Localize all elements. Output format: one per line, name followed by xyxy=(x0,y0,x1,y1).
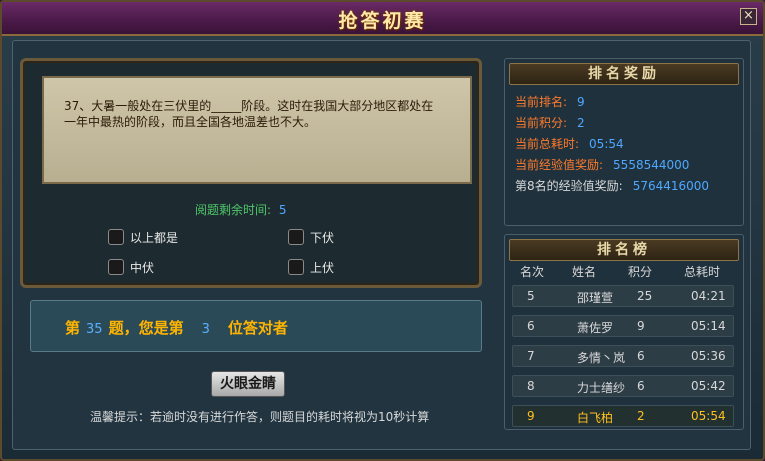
next-rank-exp-label: 第8名的经验值奖励: xyxy=(515,179,623,193)
option-c-label: 中伏 xyxy=(130,260,155,275)
header-name: 姓名 xyxy=(572,265,597,279)
option-a[interactable]: 以上都是 xyxy=(108,228,178,246)
current-rank-label: 当前排名: xyxy=(515,95,568,109)
option-c[interactable]: 中伏 xyxy=(108,258,154,276)
title-bar[interactable]: 抢答初赛 × xyxy=(2,2,763,36)
close-button[interactable]: × xyxy=(740,8,757,25)
row-rank: 9 xyxy=(527,409,535,423)
option-b[interactable]: 下伏 xyxy=(288,228,334,246)
result-question-number: 35 xyxy=(86,322,103,337)
current-exp-label: 当前经验值奖励: xyxy=(515,158,604,172)
row-score: 25 xyxy=(637,289,653,303)
current-rank-value: 9 xyxy=(577,95,585,109)
row-score: 9 xyxy=(637,319,645,333)
timer-value: 5 xyxy=(278,203,287,217)
header-rank: 名次 xyxy=(520,265,545,279)
timer-label: 阅题剩余时间: xyxy=(195,203,272,217)
next-rank-exp-value: 5764416000 xyxy=(632,179,710,193)
answer-result-box: 第 35 题，您是第 3 位答对者 xyxy=(30,300,482,352)
next-rank-exp-line: 第8名的经验值奖励: 5764416000 xyxy=(515,177,709,194)
ranking-row: 6 萧佐罗 9 05:14 xyxy=(512,315,734,337)
option-a-checkbox[interactable] xyxy=(108,229,124,245)
reading-timer: 阅题剩余时间: 5 xyxy=(195,201,287,218)
row-name: 萧佐罗 xyxy=(577,321,614,335)
row-score: 6 xyxy=(637,349,645,363)
row-time: 05:54 xyxy=(691,409,726,423)
hint-button[interactable]: 火眼金睛 xyxy=(211,371,285,397)
row-name: 邵瑾萱 xyxy=(577,291,614,305)
header-time: 总耗时 xyxy=(684,265,721,279)
header-score: 积分 xyxy=(628,265,653,279)
row-rank: 5 xyxy=(527,289,535,303)
ranking-row-self: 9 白飞柏 2 05:54 xyxy=(512,405,734,427)
option-d-label: 上伏 xyxy=(310,260,335,275)
row-rank: 8 xyxy=(527,379,535,393)
row-time: 04:21 xyxy=(691,289,726,303)
current-time-line: 当前总耗时: 05:54 xyxy=(515,135,624,152)
result-rank: 3 xyxy=(201,322,210,337)
row-time: 05:36 xyxy=(691,349,726,363)
row-time: 05:42 xyxy=(691,379,726,393)
ranking-panel-title: 排名榜 xyxy=(509,239,739,261)
row-score: 2 xyxy=(637,409,645,423)
ranking-row: 7 多情丶岚 6 05:36 xyxy=(512,345,734,367)
row-name: 白飞柏 xyxy=(577,411,614,425)
reward-panel: 排名奖励 当前排名: 9 当前积分: 2 当前总耗时: 05:54 当前经验值奖励: 5… xyxy=(504,58,744,226)
current-score-line: 当前积分: 2 xyxy=(515,114,585,131)
result-mid: 题，您是第 xyxy=(108,319,184,337)
current-score-label: 当前积分: xyxy=(515,116,568,130)
reward-panel-title: 排名奖励 xyxy=(509,63,739,85)
row-name: 多情丶岚 xyxy=(577,351,626,365)
current-exp-line: 当前经验值奖励: 5558544000 xyxy=(515,156,689,173)
option-c-checkbox[interactable] xyxy=(108,259,124,275)
option-a-label: 以上都是 xyxy=(130,230,179,245)
row-rank: 6 xyxy=(527,319,535,333)
question-card: 37、大暑一般处在三伏里的_____阶段。这时在我国大部分地区都处在一年中最热的… xyxy=(42,76,472,184)
row-score: 6 xyxy=(637,379,645,393)
current-rank-line: 当前排名: 9 xyxy=(515,93,585,110)
row-rank: 7 xyxy=(527,349,535,363)
window-title: 抢答初赛 xyxy=(338,10,427,32)
option-d[interactable]: 上伏 xyxy=(288,258,334,276)
row-time: 05:14 xyxy=(691,319,726,333)
current-time-value: 05:54 xyxy=(589,137,624,151)
answer-result-text: 第 35 题，您是第 3 位答对者 xyxy=(65,317,288,338)
row-name: 力士缮纱 xyxy=(577,381,626,395)
result-prefix: 第 xyxy=(65,319,81,337)
question-text: 37、大暑一般处在三伏里的_____阶段。这时在我国大部分地区都处在一年中最热的… xyxy=(64,99,434,129)
option-b-checkbox[interactable] xyxy=(288,229,304,245)
ranking-row: 5 邵瑾萱 25 04:21 xyxy=(512,285,734,307)
current-exp-value: 5558544000 xyxy=(613,158,690,172)
result-suffix: 位答对者 xyxy=(227,319,288,337)
option-b-label: 下伏 xyxy=(310,230,335,245)
option-d-checkbox[interactable] xyxy=(288,259,304,275)
current-time-label: 当前总耗时: xyxy=(515,137,580,151)
tip-text: 温馨提示：若逾时没有进行作答，则题目的耗时将视为10秒计算 xyxy=(90,410,430,424)
ranking-row: 8 力士缮纱 6 05:42 xyxy=(512,375,734,397)
current-score-value: 2 xyxy=(577,116,585,130)
